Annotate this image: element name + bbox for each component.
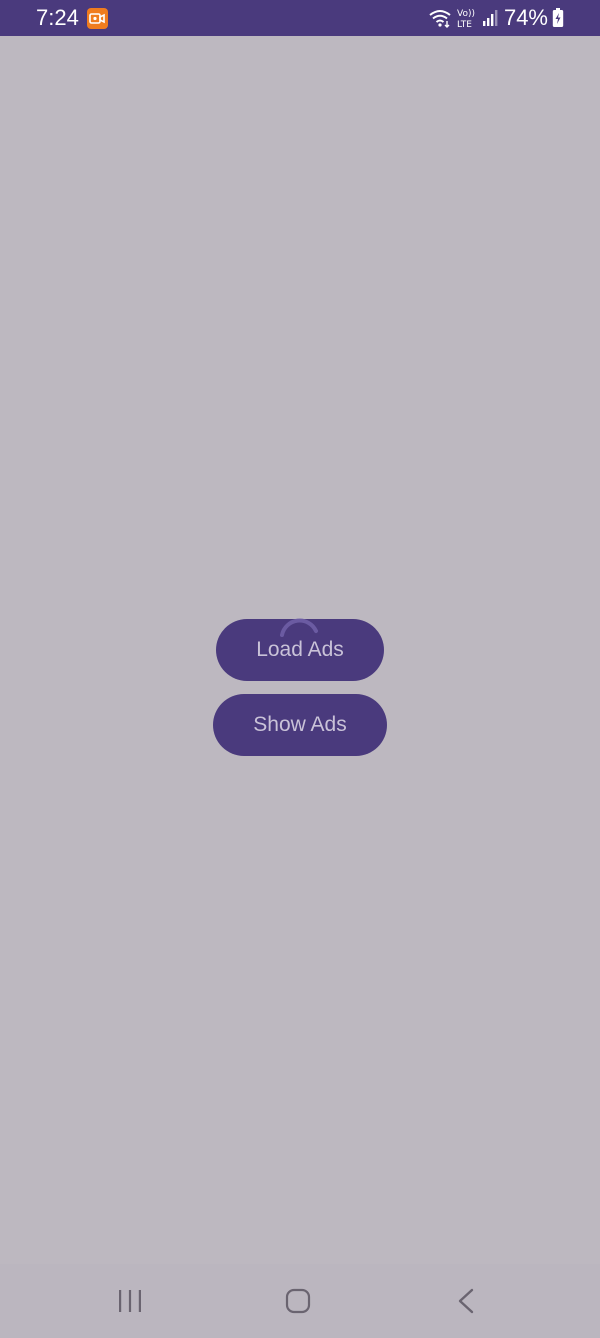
navigation-bar (0, 1264, 600, 1338)
back-icon[interactable] (446, 1286, 486, 1318)
show-ads-button[interactable]: Show Ads (213, 694, 387, 756)
volte-top-label: Vo)) (457, 9, 475, 19)
signal-icon (482, 9, 498, 27)
screen-recorder-icon (87, 8, 108, 29)
battery-icon (552, 8, 564, 28)
recents-icon[interactable] (110, 1286, 150, 1318)
wifi-icon (428, 8, 452, 28)
battery-percentage: 74% (503, 5, 548, 30)
status-indicators: Vo)) LTE 74% (428, 4, 564, 32)
loading-spinner-icon (280, 618, 318, 637)
home-icon[interactable] (278, 1286, 318, 1318)
status-time: 7:24 (36, 5, 79, 30)
volte-icon: Vo)) LTE (456, 7, 476, 30)
volte-bottom-label: LTE (457, 20, 472, 29)
status-bar: 7:24 Vo)) LTE 74% (0, 0, 600, 36)
